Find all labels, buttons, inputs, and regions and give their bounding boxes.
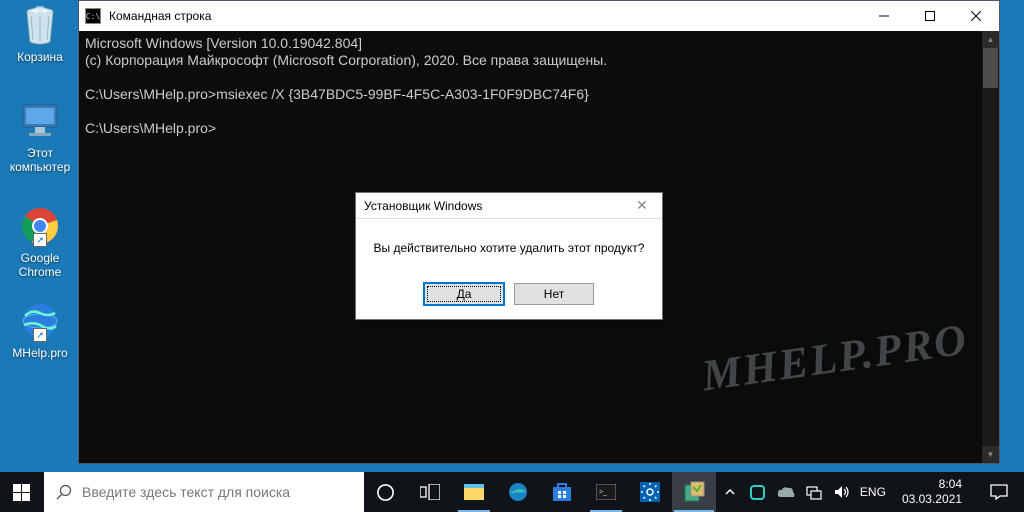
- taskbar-app-settings[interactable]: [628, 472, 672, 512]
- action-center-button[interactable]: [978, 484, 1020, 500]
- notification-icon: [990, 484, 1008, 500]
- windows-logo-icon: [13, 484, 30, 501]
- search-input[interactable]: Введите здесь текст для поиска: [44, 472, 364, 512]
- close-button[interactable]: [953, 1, 999, 31]
- scroll-up-icon[interactable]: ▲: [982, 31, 999, 48]
- tray-volume-icon[interactable]: [832, 485, 852, 499]
- dialog-message: Вы действительно хотите удалить этот про…: [356, 219, 662, 277]
- cmd-icon: C:\: [85, 8, 101, 24]
- yes-button[interactable]: Да: [424, 283, 504, 305]
- start-button[interactable]: [0, 472, 44, 512]
- clock[interactable]: 8:04 03.03.2021: [894, 477, 970, 507]
- cortana-icon: [376, 483, 395, 502]
- folder-icon: [464, 484, 484, 500]
- language-indicator[interactable]: ENG: [860, 485, 886, 499]
- tray-overflow-button[interactable]: [720, 487, 740, 497]
- taskbar-app-edge[interactable]: [496, 472, 540, 512]
- desktop-icon-label: Корзина: [2, 50, 78, 64]
- tray-app-icon[interactable]: [748, 485, 768, 500]
- dialog-title: Установщик Windows: [364, 199, 630, 213]
- edge-icon: [508, 482, 528, 502]
- tray-network-icon[interactable]: [804, 484, 824, 500]
- desktop-icon-chrome[interactable]: ↗ Google Chrome: [2, 205, 78, 280]
- maximize-button[interactable]: [907, 1, 953, 31]
- desktop-icon-recycle-bin[interactable]: Корзина: [2, 4, 78, 64]
- scroll-down-icon[interactable]: ▼: [982, 446, 999, 463]
- chrome-icon: ↗: [19, 205, 61, 247]
- clock-time: 8:04: [902, 477, 962, 492]
- no-button[interactable]: Нет: [514, 283, 594, 305]
- shortcut-overlay-icon: ↗: [33, 328, 47, 342]
- search-icon: [56, 484, 72, 500]
- task-view-button[interactable]: [408, 472, 452, 512]
- terminal-icon: >_: [596, 484, 616, 500]
- minimize-button[interactable]: [861, 1, 907, 31]
- desktop-icon-mhelp[interactable]: ↗ MHelp.pro: [2, 300, 78, 360]
- settings-app-icon: [640, 482, 660, 502]
- globe-icon: ↗: [19, 300, 61, 342]
- dialog-close-button[interactable]: ✕: [630, 197, 654, 214]
- store-icon: [552, 483, 572, 501]
- taskbar-app-cmd[interactable]: >_: [584, 472, 628, 512]
- taskbar-app-store[interactable]: [540, 472, 584, 512]
- desktop-icon-label: MHelp.pro: [2, 346, 78, 360]
- scroll-track[interactable]: [982, 48, 999, 446]
- taskbar: Введите здесь текст для поиска: [0, 472, 1024, 512]
- window-titlebar[interactable]: C:\ Командная строка: [79, 1, 999, 31]
- scroll-thumb[interactable]: [983, 48, 998, 88]
- desktop: Корзина Этот компьютер ↗: [0, 0, 1024, 512]
- watermark: MHELP.PRO: [699, 314, 971, 402]
- windows-installer-dialog: Установщик Windows ✕ Вы действительно хо…: [355, 192, 663, 320]
- recycle-bin-icon: [19, 4, 61, 46]
- taskbar-app-installer[interactable]: [672, 472, 716, 512]
- window-title: Командная строка: [101, 9, 861, 23]
- cortana-button[interactable]: [364, 472, 408, 512]
- scrollbar[interactable]: ▲ ▼: [982, 31, 999, 463]
- svg-text:>_: >_: [599, 489, 607, 496]
- shortcut-overlay-icon: ↗: [33, 233, 47, 247]
- dialog-titlebar[interactable]: Установщик Windows ✕: [356, 193, 662, 219]
- computer-icon: [19, 100, 61, 142]
- tray-onedrive-icon[interactable]: [776, 486, 796, 498]
- search-placeholder: Введите здесь текст для поиска: [82, 484, 290, 500]
- clock-date: 03.03.2021: [902, 492, 962, 507]
- installer-icon: [683, 481, 705, 503]
- system-tray: ENG 8:04 03.03.2021: [716, 472, 1024, 512]
- desktop-icon-this-pc[interactable]: Этот компьютер: [2, 100, 78, 175]
- taskbar-app-explorer[interactable]: [452, 472, 496, 512]
- desktop-icon-label: Этот компьютер: [2, 146, 78, 175]
- desktop-icon-label: Google Chrome: [2, 251, 78, 280]
- task-view-icon: [420, 484, 440, 500]
